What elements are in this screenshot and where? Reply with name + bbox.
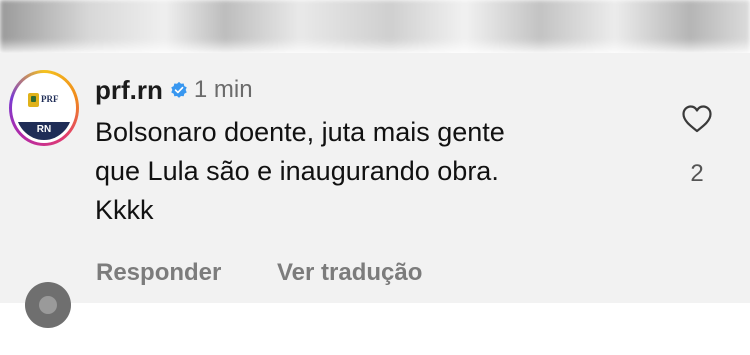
username[interactable]: prf.rn (95, 75, 163, 106)
next-comment-avatar[interactable] (25, 282, 71, 328)
reply-button[interactable]: Responder (96, 259, 221, 287)
like-count[interactable]: 2 (678, 160, 716, 188)
prf-logo: PRF RN (15, 76, 73, 140)
comment-header: prf.rn 1 min (95, 74, 253, 106)
verified-badge-icon (171, 81, 187, 98)
next-comment-area (0, 303, 750, 355)
blurred-top-background (0, 0, 750, 53)
comment-line: Kkkk (95, 195, 154, 225)
emblem-icon (28, 93, 39, 107)
comment-line: que Lula são e inaugurando obra. (95, 156, 499, 186)
logo-rn-text: RN (36, 124, 52, 135)
see-translation-link[interactable]: Ver tradução (277, 259, 422, 287)
timestamp: 1 min (193, 76, 253, 103)
comment-text: Bolsonaro doente, juta mais gente que Lu… (95, 113, 655, 230)
avatar[interactable]: PRF RN (9, 70, 79, 146)
logo-prf-text: PRF (41, 94, 59, 104)
heart-outline-icon[interactable] (681, 104, 713, 134)
comment-line: Bolsonaro doente, juta mais gente (95, 117, 505, 147)
